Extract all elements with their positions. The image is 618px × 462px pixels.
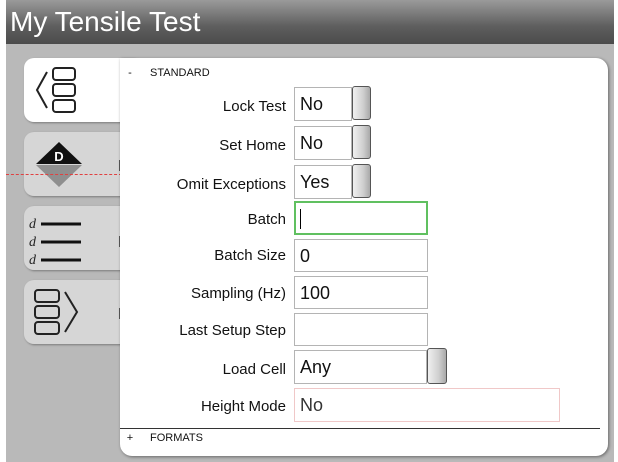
load-cell-dropdown-button[interactable] [427,348,447,384]
section-title: STANDARD [150,67,210,79]
svg-text:d: d [29,253,37,268]
expand-toggle[interactable]: + [125,432,135,444]
last-setup-step-label: Last Setup Step [179,322,286,339]
settings-panel: - STANDARD Lock Test No Set Home No Omit… [120,58,608,456]
marker-dashed-line [6,174,122,175]
svg-text:D: D [54,149,63,164]
boxes-arrow-icon [34,289,79,335]
omit-exceptions-field[interactable]: Yes [294,165,352,199]
collapse-toggle[interactable]: - [125,67,135,79]
batch-label: Batch [247,211,286,228]
load-cell-select[interactable]: Any [294,350,427,384]
last-setup-step-input[interactable] [294,313,428,346]
lock-test-label: Lock Test [222,98,286,115]
window-title: My Tensile Test [6,0,614,44]
lock-test-field[interactable]: No [294,87,352,121]
svg-text:d: d [29,217,37,232]
parameter-list-icon [35,67,76,113]
sampling-label: Sampling (Hz) [190,285,286,302]
omit-exceptions-toggle-button[interactable] [352,164,371,198]
set-home-field[interactable]: No [294,126,352,160]
height-mode-label: Height Mode [200,398,286,415]
svg-text:d: d [29,235,37,250]
batch-size-label: Batch Size [214,247,286,264]
lock-test-toggle-button[interactable] [352,86,371,120]
section-title: FORMATS [150,432,203,444]
sampling-input[interactable]: 100 [294,276,428,309]
d-lines-icon: d d d [29,217,81,268]
load-cell-label: Load Cell [222,361,286,378]
diamond-d-icon: D [36,142,82,187]
set-home-label: Set Home [219,137,286,154]
text-caret [300,209,301,230]
set-home-toggle-button[interactable] [352,125,371,159]
omit-exceptions-label: Omit Exceptions [176,176,286,193]
section-divider [120,428,600,429]
batch-size-input[interactable]: 0 [294,239,428,272]
batch-input[interactable] [294,201,428,235]
height-mode-field[interactable]: No [294,388,560,422]
